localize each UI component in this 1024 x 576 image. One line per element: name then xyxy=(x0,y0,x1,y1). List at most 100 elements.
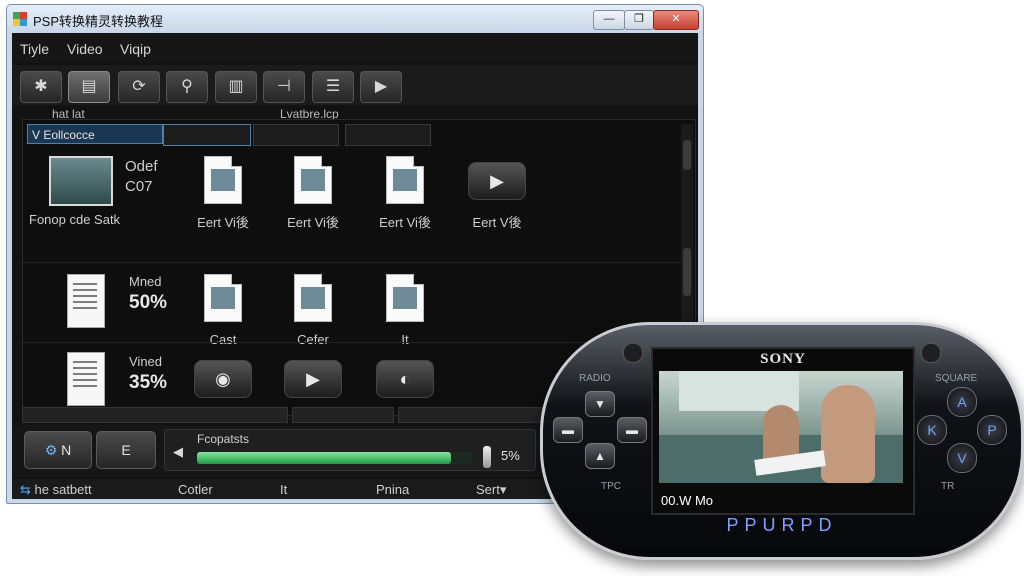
settings-button[interactable]: ⚙ N xyxy=(24,431,92,469)
menu-bar: Tiyle Video Viqip xyxy=(12,33,698,63)
psp-logo: PPURPD xyxy=(726,515,838,535)
progress-fill xyxy=(197,452,451,464)
psp-screen: SONY 00.W Mo xyxy=(651,347,915,515)
psp-video-frame xyxy=(659,371,903,483)
item-label: Eert Vi後 xyxy=(197,215,249,230)
list-item[interactable]: Eert Vi後 xyxy=(273,156,353,231)
mode-label: Vined xyxy=(129,354,163,369)
stack-icon[interactable]: ☰ xyxy=(312,71,354,103)
scrollbar-thumb[interactable] xyxy=(683,140,691,170)
list-item[interactable]: Mned 50% xyxy=(47,270,187,334)
status-item: ⇆ he satbett xyxy=(20,482,92,498)
item-label: Cefer xyxy=(297,332,329,347)
row-divider xyxy=(23,262,685,263)
list-item[interactable]: ▶ xyxy=(273,360,353,398)
menu-video[interactable]: Video xyxy=(67,41,103,57)
window-title: PSP转换精灵转换教程 xyxy=(33,14,164,29)
toolbar: ✱ ▤ ⟳ ⚲ ▥ ⊣ ☰ ▶ xyxy=(12,65,698,105)
list-item[interactable]: ◐ xyxy=(365,360,445,398)
list-item[interactable]: Cast xyxy=(183,274,263,347)
psp-speaker xyxy=(623,343,643,363)
list-item[interactable]: ◉ xyxy=(183,360,263,398)
dpad-right-button: ▬ xyxy=(617,417,647,443)
video-file-icon xyxy=(204,274,242,322)
category-slot[interactable] xyxy=(345,124,431,146)
psp-face-button: P xyxy=(977,415,1007,445)
progress-handle[interactable] xyxy=(483,446,491,468)
item-label: Fonop cde Satk xyxy=(29,212,121,227)
item-label: Eert Vi後 xyxy=(287,215,339,230)
psp-caption: 00.W Mo xyxy=(661,493,714,508)
progress-label: Fcopatsts xyxy=(197,432,250,446)
category-slot[interactable] xyxy=(253,124,339,146)
status-item: Pnina xyxy=(376,482,410,497)
horizontal-scrollbar-mid[interactable] xyxy=(292,407,394,423)
status-text: he satbett xyxy=(34,482,92,497)
video-file-icon xyxy=(294,274,332,322)
list-item[interactable]: Vined 35% xyxy=(47,350,187,412)
psp-label: TR xyxy=(941,481,955,492)
menu-viqip[interactable]: Viqip xyxy=(120,41,151,57)
mode-label: Mned xyxy=(129,274,162,289)
settings-button-label: N xyxy=(61,442,72,458)
camera-icon: ◉ xyxy=(194,360,252,398)
title-bar: PSP转换精灵转换教程 — ❐ ✕ xyxy=(7,5,703,33)
gear-icon: ⚙ xyxy=(44,442,62,458)
close-button[interactable]: ✕ xyxy=(653,10,699,30)
asterisk-icon[interactable]: ✱ xyxy=(20,71,62,103)
list-item[interactable]: Eert Vi後 xyxy=(365,156,445,231)
psp-face-button: V xyxy=(947,443,977,473)
speaker-icon[interactable]: ◀ xyxy=(173,444,183,460)
projector-icon: ◐ xyxy=(376,360,434,398)
split-icon[interactable]: ⊣ xyxy=(263,71,305,103)
refresh-search-icon[interactable]: ⟳ xyxy=(118,71,160,103)
horizontal-scrollbar-right[interactable] xyxy=(398,407,548,423)
list-item[interactable]: Eert Vi後 xyxy=(183,156,263,231)
psp-device-image: RADIO SQUARE TPC TR ▼ ▬ ▬ ▲ SONY 00.W Mo… xyxy=(540,322,1024,560)
video-file-icon xyxy=(294,156,332,204)
document-icon xyxy=(67,274,105,328)
play-icon: ▶ xyxy=(284,360,342,398)
dpad-left-button: ▬ xyxy=(553,417,583,443)
item-label: It xyxy=(401,332,409,347)
play-icon: ▶ xyxy=(468,162,526,200)
minimize-button[interactable]: — xyxy=(593,10,625,30)
document-icon xyxy=(67,352,105,406)
item-label: Eert Vi後 xyxy=(379,215,431,230)
list-item[interactable]: It xyxy=(365,274,445,347)
progress-panel: ◀ Fcopatsts 5% xyxy=(164,429,536,471)
video-file-icon xyxy=(386,156,424,204)
category-selected[interactable]: V Eollcocce xyxy=(27,124,163,144)
status-item: It xyxy=(280,482,288,497)
app-logo-icon xyxy=(13,12,27,26)
percent-label: 35% xyxy=(129,372,168,393)
video-file-icon xyxy=(386,274,424,322)
list-item[interactable]: Cefer xyxy=(273,274,353,347)
psp-speaker xyxy=(921,343,941,363)
psp-face-button: A xyxy=(947,387,977,417)
status-item: Cotler xyxy=(178,482,213,497)
menu-button[interactable]: E xyxy=(96,431,156,469)
menu-tiyle[interactable]: Tiyle xyxy=(20,41,49,57)
category-slot[interactable] xyxy=(163,124,251,146)
sort-dropdown[interactable]: Sert▾ xyxy=(476,482,506,498)
scrollbar-thumb[interactable] xyxy=(683,248,691,296)
psp-brand: SONY xyxy=(760,351,806,367)
item-label: Cast xyxy=(209,332,237,347)
list-item[interactable]: Odef C07 Fonop cde Satk xyxy=(29,156,189,227)
psp-label: RADIO xyxy=(579,373,611,384)
progress-percent: 5% xyxy=(501,448,520,463)
progress-bar[interactable] xyxy=(197,452,473,464)
video-thumbnail xyxy=(49,156,113,206)
list-item[interactable]: ▶ Eert V後 xyxy=(457,162,537,231)
search-icon[interactable]: ⚲ xyxy=(166,71,208,103)
bars-icon[interactable]: ▥ xyxy=(215,71,257,103)
dpad-up-button: ▲ xyxy=(585,443,615,469)
psp-face-button: K xyxy=(917,415,947,445)
percent-label: 50% xyxy=(129,292,168,313)
arrow-right-icon[interactable]: ▶ xyxy=(360,71,402,103)
dpad-down-button: ▼ xyxy=(585,391,615,417)
maximize-button[interactable]: ❐ xyxy=(624,10,654,30)
horizontal-scrollbar-left[interactable] xyxy=(22,407,288,423)
document-icon[interactable]: ▤ xyxy=(68,71,110,103)
